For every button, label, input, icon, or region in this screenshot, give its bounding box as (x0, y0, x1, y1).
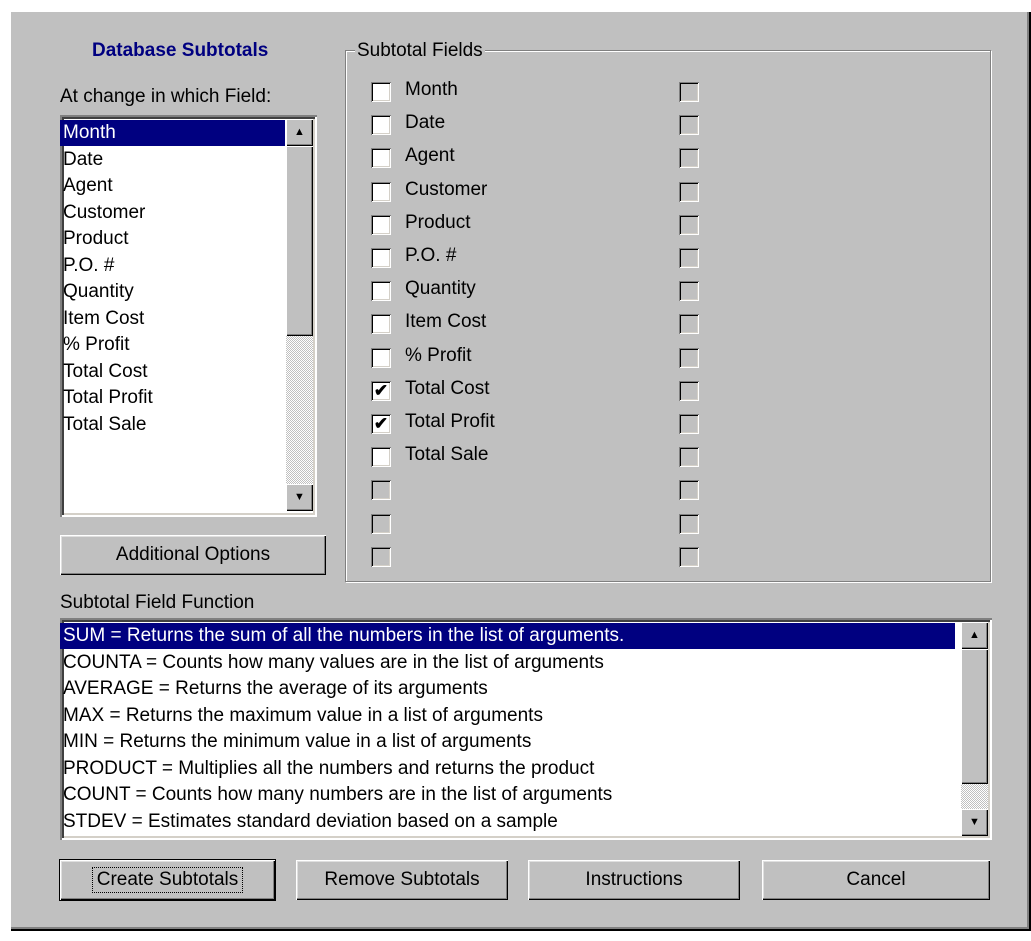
secondary-field-checkbox (679, 314, 699, 335)
secondary-field-checkbox (679, 281, 699, 302)
subtotal-field-checkbox[interactable] (371, 148, 391, 169)
field-list-item[interactable]: Agent (60, 173, 283, 199)
subtotal-field-checkbox[interactable] (371, 447, 391, 468)
secondary-field-checkbox (679, 214, 699, 235)
function-list-item[interactable]: COUNTA = Counts how many values are in t… (60, 650, 955, 676)
subtotal-field-checkbox[interactable] (371, 281, 391, 302)
change-field-label: At change in which Field: (60, 86, 272, 107)
cancel-button[interactable]: Cancel (762, 860, 990, 900)
subtotal-field-checkbox[interactable] (371, 115, 391, 136)
subtotal-field-checkbox[interactable] (371, 248, 391, 268)
secondary-field-checkbox (679, 148, 699, 169)
subtotal-field-label[interactable]: Date (405, 112, 445, 134)
function-list-item[interactable]: MAX = Returns the maximum value in a lis… (60, 703, 955, 729)
secondary-field-checkbox (679, 546, 699, 567)
subtotal-field-label[interactable]: Quantity (405, 278, 476, 300)
field-list-item[interactable]: Customer (60, 200, 283, 226)
secondary-field-checkbox (679, 82, 699, 102)
scroll-down-button[interactable]: ▼ (286, 484, 313, 511)
arrow-down-icon: ▼ (969, 816, 980, 828)
scroll-thumb[interactable] (961, 649, 988, 784)
dialog-title: Database Subtotals (92, 40, 269, 61)
secondary-field-checkbox (679, 115, 699, 136)
function-list-item[interactable]: COUNT = Counts how many numbers are in t… (60, 782, 955, 808)
arrow-down-icon: ▼ (294, 491, 305, 503)
subtotal-field-checkbox[interactable] (371, 314, 391, 335)
subtotal-field-label[interactable]: Total Cost (405, 378, 489, 400)
field-list-item[interactable]: Product (60, 226, 283, 252)
field-list-item[interactable]: Item Cost (60, 306, 283, 332)
subtotal-field-checkbox[interactable]: ✔ (371, 380, 391, 401)
secondary-field-checkbox (679, 414, 699, 434)
subtotal-field-label[interactable]: Total Sale (405, 444, 488, 466)
subtotal-field-label[interactable]: % Profit (405, 345, 472, 367)
change-field-listbox[interactable]: Month Date Agent Customer Product P.O. # Quant… (60, 115, 317, 517)
field-list-item[interactable]: Date (60, 147, 283, 173)
create-subtotals-button[interactable]: Create Subtotals (59, 859, 276, 901)
secondary-field-checkbox (679, 513, 699, 534)
function-list-item[interactable]: AVERAGE = Returns the average of its arg… (60, 676, 955, 702)
function-label: Subtotal Field Function (60, 592, 255, 613)
additional-options-button[interactable]: Additional Options (60, 535, 326, 575)
secondary-field-checkbox (679, 380, 699, 401)
checkmark-icon: ✔ (373, 380, 389, 400)
secondary-field-checkbox (679, 347, 699, 368)
field-list-item[interactable]: Month (60, 120, 285, 146)
field-list-item[interactable]: Total Sale (60, 412, 283, 438)
subtotal-field-label[interactable]: Customer (405, 179, 487, 201)
field-list-item[interactable]: Total Profit (60, 385, 283, 411)
instructions-button[interactable]: Instructions (528, 860, 740, 900)
scroll-down-button[interactable]: ▼ (961, 809, 988, 836)
subtotal-field-checkbox[interactable] (371, 181, 391, 202)
field-list-item[interactable]: P.O. # (60, 253, 283, 279)
function-list-scrollbar[interactable]: ▲ ▼ (961, 622, 988, 836)
field-list-item[interactable]: % Profit (60, 332, 283, 358)
subtotal-field-label[interactable]: Item Cost (405, 311, 486, 333)
subtotal-field-label[interactable]: Month (405, 79, 458, 101)
secondary-field-checkbox (679, 480, 699, 501)
subtotal-field-label[interactable]: Total Profit (405, 411, 495, 433)
subtotal-field-checkbox[interactable] (371, 214, 391, 235)
subtotal-field-checkbox[interactable] (371, 82, 391, 102)
function-list-item[interactable]: STDEV = Estimates standard deviation bas… (60, 809, 955, 835)
subtotal-field-checkbox[interactable] (371, 347, 391, 368)
field-list-scrollbar[interactable]: ▲ ▼ (286, 119, 313, 511)
arrow-up-icon: ▲ (294, 126, 305, 138)
subtotal-field-checkbox[interactable]: ✔ (371, 414, 391, 434)
scroll-up-button[interactable]: ▲ (286, 119, 313, 146)
subtotal-field-label[interactable]: Agent (405, 145, 455, 167)
remove-subtotals-button[interactable]: Remove Subtotals (296, 860, 508, 900)
function-listbox[interactable]: SUM = Returns the sum of all the numbers… (60, 618, 992, 840)
create-subtotals-label: Create Subtotals (91, 867, 244, 893)
function-list-item[interactable]: MIN = Returns the minimum value in a lis… (60, 729, 955, 755)
subtotal-field-checkbox (371, 513, 391, 534)
secondary-field-checkbox (679, 248, 699, 268)
secondary-field-checkbox (679, 181, 699, 202)
function-list-item[interactable]: PRODUCT = Multiplies all the numbers and… (60, 756, 955, 782)
subtotal-field-label[interactable]: P.O. # (405, 245, 456, 267)
checkmark-icon: ✔ (373, 414, 389, 433)
subtotal-field-checkbox (371, 480, 391, 501)
field-list-item[interactable]: Quantity (60, 279, 283, 305)
secondary-field-checkbox (679, 447, 699, 468)
subtotal-field-label[interactable]: Product (405, 212, 470, 234)
field-list-item[interactable]: Total Cost (60, 359, 283, 385)
subtotal-field-checkbox (371, 546, 391, 567)
scroll-up-button[interactable]: ▲ (961, 622, 988, 649)
function-list-item[interactable]: SUM = Returns the sum of all the numbers… (60, 623, 955, 649)
arrow-up-icon: ▲ (969, 629, 980, 641)
scroll-thumb[interactable] (286, 146, 313, 336)
subtotal-fields-legend: Subtotal Fields (355, 40, 485, 62)
